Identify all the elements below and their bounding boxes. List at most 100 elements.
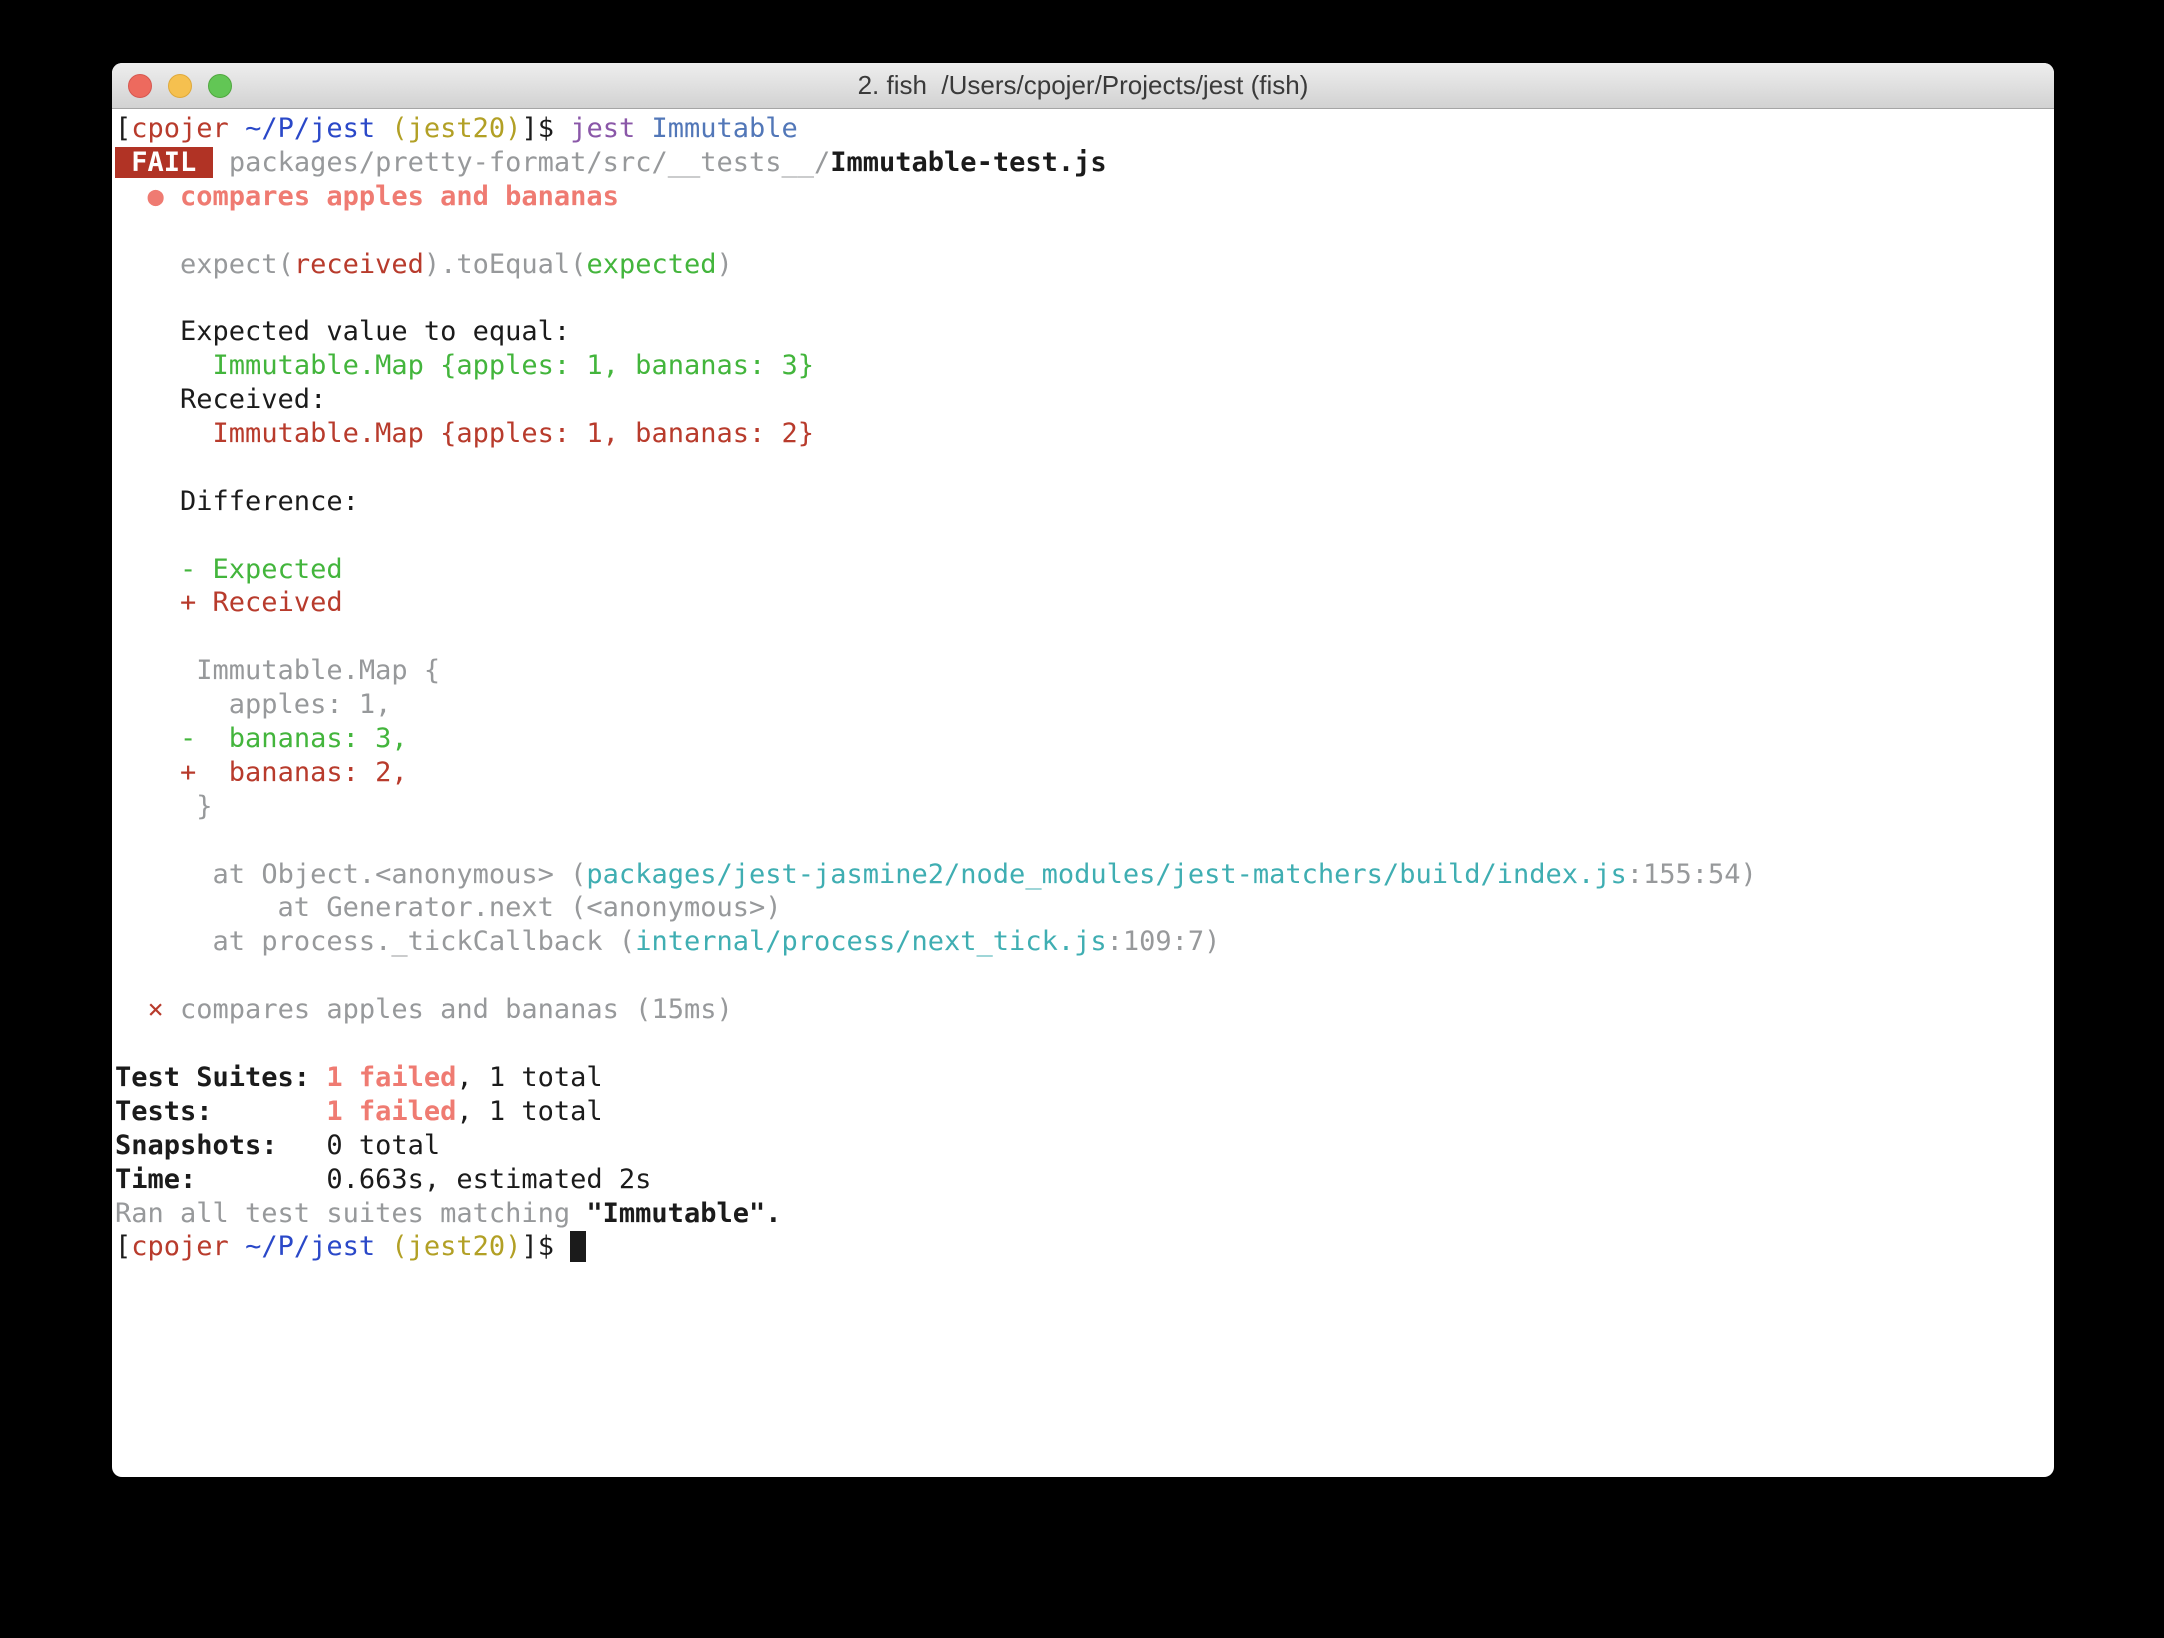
terminal-line bbox=[115, 620, 2054, 654]
terminal-line bbox=[115, 214, 2054, 248]
text-segment bbox=[229, 1231, 245, 1262]
text-segment: at Generator.next (<anonymous>) bbox=[115, 892, 781, 923]
text-segment bbox=[115, 249, 180, 280]
terminal-line bbox=[115, 451, 2054, 485]
text-segment: Tests: bbox=[115, 1096, 326, 1127]
text-segment: } bbox=[115, 791, 213, 822]
text-segment bbox=[115, 994, 148, 1025]
text-segment: at process._tickCallback ( bbox=[213, 926, 636, 957]
diff-legend-received: + Received bbox=[115, 586, 2054, 620]
text-segment: - bananas: 3, bbox=[180, 723, 408, 754]
prompt-line: [cpojer ~/P/jest (jest20)]$ jest Immutab… bbox=[115, 112, 2054, 146]
text-segment: - Expected bbox=[180, 554, 343, 585]
diff-context-line: } bbox=[115, 790, 2054, 824]
text-segment bbox=[115, 723, 180, 754]
text-segment bbox=[115, 757, 180, 788]
text-segment: + bananas: 2, bbox=[180, 757, 408, 788]
terminal-line bbox=[115, 1027, 2054, 1061]
text-segment bbox=[213, 147, 229, 178]
text-segment bbox=[115, 418, 213, 449]
minimize-button[interactable] bbox=[168, 74, 192, 98]
ran-suites-line: Ran all test suites matching "Immutable"… bbox=[115, 1197, 2054, 1231]
text-segment: ]$ bbox=[521, 113, 570, 144]
test-title: ● compares apples and bananas bbox=[148, 181, 619, 212]
text-segment: received bbox=[294, 249, 424, 280]
fail-cross-icon: × bbox=[148, 994, 164, 1025]
prompt-user: cpojer bbox=[131, 113, 229, 144]
stack-trace-line: at Object.<anonymous> (packages/jest-jas… bbox=[115, 858, 2054, 892]
terminal-line bbox=[115, 959, 2054, 993]
summary-tests-line: Tests: 1 failed, 1 total bbox=[115, 1095, 2054, 1129]
text-segment bbox=[115, 587, 180, 618]
prompt-branch: (jest20) bbox=[391, 113, 521, 144]
text-segment bbox=[115, 350, 213, 381]
prompt-user: cpojer bbox=[131, 1231, 229, 1262]
summary-suites-line: Test Suites: 1 failed, 1 total bbox=[115, 1061, 2054, 1095]
expected-label-line: Expected value to equal: bbox=[115, 315, 2054, 349]
window-titlebar[interactable]: 2. fish /Users/cpojer/Projects/jest (fis… bbox=[112, 63, 2054, 109]
test-result-line: × compares apples and bananas (15ms) bbox=[115, 993, 2054, 1027]
received-value: Immutable.Map {apples: 1, bananas: 2} bbox=[213, 418, 814, 449]
window-controls bbox=[128, 63, 232, 108]
text-segment: Difference: bbox=[115, 486, 359, 517]
snapshots-total-count: 0 total bbox=[326, 1130, 440, 1161]
terminal-output[interactable]: [cpojer ~/P/jest (jest20)]$ jest Immutab… bbox=[112, 109, 2054, 1264]
command-arg: Immutable bbox=[652, 113, 798, 144]
summary-time-line: Time: 0.663s, estimated 2s bbox=[115, 1163, 2054, 1197]
difference-label-line: Difference: bbox=[115, 485, 2054, 519]
diff-context-line: Immutable.Map { bbox=[115, 654, 2054, 688]
text-segment bbox=[115, 181, 148, 212]
text-segment: Ran all test suites matching bbox=[115, 1198, 586, 1229]
stack-file-link: internal/process/next_tick.js bbox=[635, 926, 1106, 957]
terminal-window: 2. fish /Users/cpojer/Projects/jest (fis… bbox=[112, 63, 2054, 1477]
assertion-line: expect(received).toEqual(expected) bbox=[115, 248, 2054, 282]
fail-badge: FAIL bbox=[115, 147, 213, 178]
close-button[interactable] bbox=[128, 74, 152, 98]
text-segment bbox=[375, 113, 391, 144]
received-value-line: Immutable.Map {apples: 1, bananas: 2} bbox=[115, 417, 2054, 451]
text-segment: + Received bbox=[180, 587, 343, 618]
text-segment: Snapshots: bbox=[115, 1130, 326, 1161]
text-segment: ).toEqual( bbox=[424, 249, 587, 280]
received-label-line: Received: bbox=[115, 383, 2054, 417]
text-segment bbox=[375, 1231, 391, 1262]
text-segment: Expected value to equal: bbox=[115, 316, 570, 347]
stack-file-link: packages/jest-jasmine2/node_modules/jest… bbox=[586, 859, 1626, 890]
text-segment: ) bbox=[716, 249, 732, 280]
text-segment: :155:54) bbox=[1627, 859, 1757, 890]
terminal-cursor bbox=[570, 1231, 586, 1262]
suites-total-count: , 1 total bbox=[456, 1062, 602, 1093]
terminal-line bbox=[115, 281, 2054, 315]
text-segment: apples: 1, bbox=[115, 689, 391, 720]
text-segment bbox=[115, 926, 213, 957]
stack-trace-line: at process._tickCallback (internal/proce… bbox=[115, 925, 2054, 959]
text-segment bbox=[229, 113, 245, 144]
diff-removed-line: - bananas: 3, bbox=[115, 722, 2054, 756]
prompt-line: [cpojer ~/P/jest (jest20)]$ bbox=[115, 1230, 2054, 1264]
tests-failed-count: 1 failed bbox=[326, 1096, 456, 1127]
text-segment bbox=[115, 859, 213, 890]
diff-added-line: + bananas: 2, bbox=[115, 756, 2054, 790]
test-file-name: Immutable-test.js bbox=[830, 147, 1106, 178]
summary-snapshots-line: Snapshots: 0 total bbox=[115, 1129, 2054, 1163]
diff-legend-expected: - Expected bbox=[115, 553, 2054, 587]
diff-context-line: apples: 1, bbox=[115, 688, 2054, 722]
text-segment: Test Suites: bbox=[115, 1062, 326, 1093]
text-segment: :109:7) bbox=[1107, 926, 1221, 957]
expected-value: Immutable.Map {apples: 1, bananas: 3} bbox=[213, 350, 814, 381]
text-segment bbox=[115, 554, 180, 585]
zoom-button[interactable] bbox=[208, 74, 232, 98]
fail-line: FAIL packages/pretty-format/src/__tests_… bbox=[115, 146, 2054, 180]
test-file-path: packages/pretty-format/src/__tests__/ bbox=[229, 147, 830, 178]
text-segment: Time: bbox=[115, 1164, 326, 1195]
test-title-line: ● compares apples and bananas bbox=[115, 180, 2054, 214]
window-title: 2. fish /Users/cpojer/Projects/jest (fis… bbox=[858, 70, 1309, 101]
terminal-line bbox=[115, 824, 2054, 858]
test-result-text: compares apples and bananas (15ms) bbox=[164, 994, 733, 1025]
terminal-line bbox=[115, 519, 2054, 553]
text-segment: at Object.<anonymous> ( bbox=[213, 859, 587, 890]
expected-value-line: Immutable.Map {apples: 1, bananas: 3} bbox=[115, 349, 2054, 383]
text-segment: expected bbox=[586, 249, 716, 280]
command: jest bbox=[570, 113, 635, 144]
stack-trace-line: at Generator.next (<anonymous>) bbox=[115, 891, 2054, 925]
